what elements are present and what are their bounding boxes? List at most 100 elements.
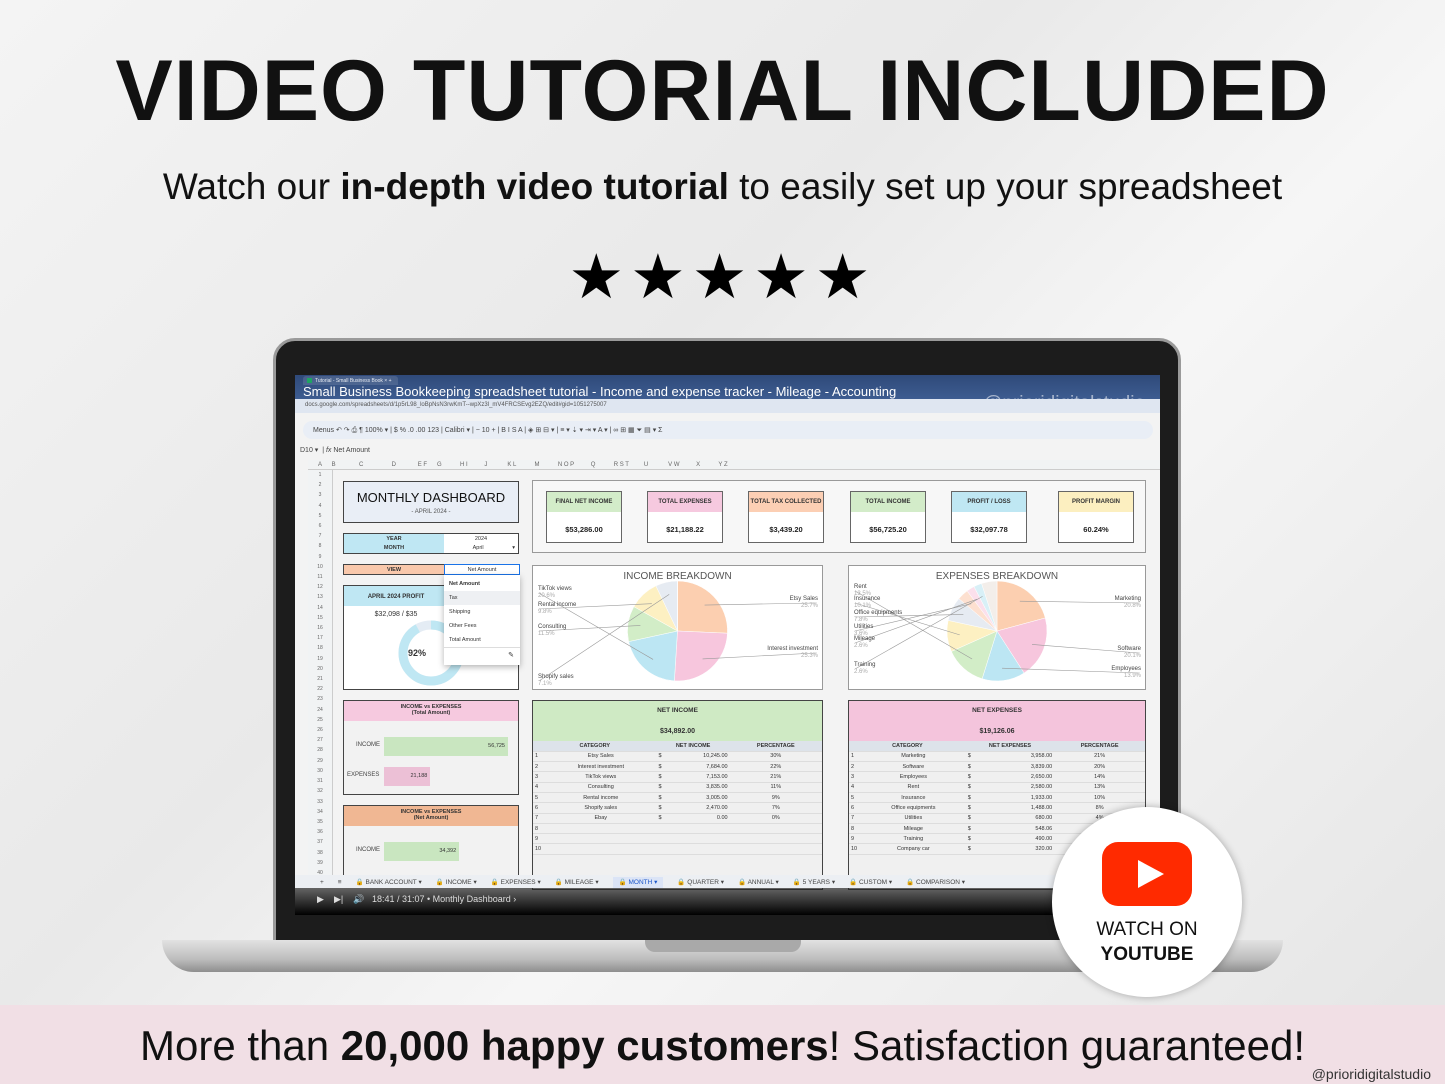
table-cell[interactable] [656,843,667,855]
table-cell[interactable] [545,833,657,845]
sheet-tab[interactable]: 🔒 QUARTER ▾ [677,879,724,886]
dropdown-option[interactable]: Total Amount [444,633,520,647]
table-cell[interactable]: TikTok views [545,771,657,783]
table-cell[interactable] [545,823,657,835]
sheets-toolbar[interactable]: Menus ↶ ↷ ⎙ ¶ 100% ▾ | $ % .0 .00 123 | … [303,421,1153,439]
table-cell[interactable]: 22% [729,761,822,773]
watch-on-youtube-badge[interactable]: WATCH ON YOUTUBE [1052,807,1242,997]
table-cell[interactable]: 3,958.00 [975,751,1055,763]
table-cell[interactable]: 13% [1054,782,1145,793]
table-cell[interactable]: 6 [533,802,545,814]
dropdown-option[interactable]: Other Fees [444,619,520,633]
table-cell[interactable]: $ [965,751,976,763]
table-cell[interactable]: Utilities [861,813,966,824]
table-cell[interactable]: 9% [729,792,822,804]
table-cell[interactable]: $ [656,802,667,814]
table-cell[interactable]: 10% [1054,792,1145,804]
video-chapter[interactable]: • Monthly Dashboard › [427,894,516,904]
sheet-tab[interactable]: 🔒 ANNUAL ▾ [738,879,779,886]
table-cell[interactable]: 9 [849,833,861,845]
table-cell[interactable]: 30% [729,751,822,763]
next-icon[interactable]: ▶| [334,894,343,904]
table-cell[interactable]: 14% [1054,771,1145,783]
pie-slice[interactable] [677,580,728,634]
table-cell[interactable]: 10,245.00 [666,751,730,763]
table-cell[interactable]: 2,580.00 [975,782,1055,793]
browser-tab[interactable]: Tutorial - Small Business Book × + [303,376,398,385]
sheet-tab[interactable]: 🔒 MONTH ▾ [612,877,664,888]
edit-pencil-icon[interactable]: ✎ [444,647,520,662]
table-cell[interactable]: 10 [533,843,545,855]
formula-value[interactable]: Net Amount [333,447,370,454]
table-cell[interactable]: 4 [533,782,545,793]
table-cell[interactable]: 2,470.00 [666,802,730,814]
close-tab-icon[interactable]: × [384,378,387,384]
table-cell[interactable]: Mileage [861,823,966,835]
table-cell[interactable]: $ [656,792,667,804]
table-cell[interactable]: 0% [729,813,822,824]
table-cell[interactable]: Insurance [861,792,966,804]
sheet-tab[interactable]: 🔒 CUSTOM ▾ [849,879,892,886]
table-cell[interactable]: $ [965,792,976,804]
pie-slice[interactable] [674,630,728,682]
table-cell[interactable]: $ [965,761,976,773]
table-cell[interactable]: 7,684.00 [666,761,730,773]
table-cell[interactable]: 5 [533,792,545,804]
sheet-tab[interactable]: 🔒 MILEAGE ▾ [555,879,599,886]
table-cell[interactable] [729,823,822,835]
table-cell[interactable]: $ [656,751,667,763]
table-cell[interactable]: 10 [849,843,861,855]
table-cell[interactable]: $ [656,761,667,773]
month-dropdown[interactable]: April ▾ [444,544,518,553]
table-cell[interactable]: 5 [849,792,861,804]
table-cell[interactable]: 7% [729,802,822,814]
table-cell[interactable]: 7,153.00 [666,771,730,783]
sheet-tab[interactable]: 🔒 INCOME ▾ [436,879,477,886]
sheet-tab[interactable]: 🔒 COMPARISON ▾ [906,879,965,886]
table-cell[interactable]: 2 [849,761,861,773]
table-cell[interactable] [666,843,730,855]
table-cell[interactable] [656,823,667,835]
table-cell[interactable]: $ [965,771,976,783]
table-cell[interactable]: 490.00 [975,833,1055,845]
table-cell[interactable]: Software [861,761,966,773]
sheet-tab[interactable]: 🔒 BANK ACCOUNT ▾ [356,879,422,886]
table-cell[interactable]: $ [656,813,667,824]
table-cell[interactable]: Rent [861,782,966,793]
table-cell[interactable] [666,823,730,835]
table-cell[interactable]: 8 [849,823,861,835]
table-cell[interactable]: Company car [861,843,966,855]
table-cell[interactable]: $ [965,802,976,814]
table-cell[interactable]: 11% [729,782,822,793]
address-bar[interactable]: docs.google.com/spreadsheets/d/1p5rL98_l… [295,399,1160,413]
table-cell[interactable] [729,843,822,855]
table-cell[interactable]: $ [656,782,667,793]
table-cell[interactable]: 3 [849,771,861,783]
sheet-tab[interactable]: 🔒 EXPENSES ▾ [491,879,541,886]
table-cell[interactable]: 320.00 [975,843,1055,855]
sheet-tab[interactable]: ≡ [338,879,342,886]
cell-reference[interactable]: D10 [300,447,313,454]
table-cell[interactable] [656,833,667,845]
table-cell[interactable]: 1,488.00 [975,802,1055,814]
table-cell[interactable]: $ [965,843,976,855]
table-cell[interactable]: 3,839.00 [975,761,1055,773]
table-cell[interactable]: Employees [861,771,966,783]
year-value[interactable]: 2024 [444,535,518,544]
dropdown-option[interactable]: Tax [444,591,520,605]
table-cell[interactable]: 0.00 [666,813,730,824]
table-cell[interactable]: Etsy Sales [545,751,657,763]
table-cell[interactable]: 6 [849,802,861,814]
table-cell[interactable]: Rental income [545,792,657,804]
table-cell[interactable]: 1 [533,751,545,763]
table-cell[interactable]: 2 [533,761,545,773]
table-cell[interactable]: Interest investment [545,761,657,773]
sheet-tab[interactable]: 🔒 5 YEARS ▾ [793,879,835,886]
table-cell[interactable]: $ [965,833,976,845]
table-cell[interactable]: 7 [533,813,545,824]
table-cell[interactable]: Office equipments [861,802,966,814]
dropdown-option[interactable]: Net Amount [444,577,520,591]
table-cell[interactable]: 7 [849,813,861,824]
view-input[interactable]: Net Amount [444,564,520,575]
table-cell[interactable]: Shopify sales [545,802,657,814]
